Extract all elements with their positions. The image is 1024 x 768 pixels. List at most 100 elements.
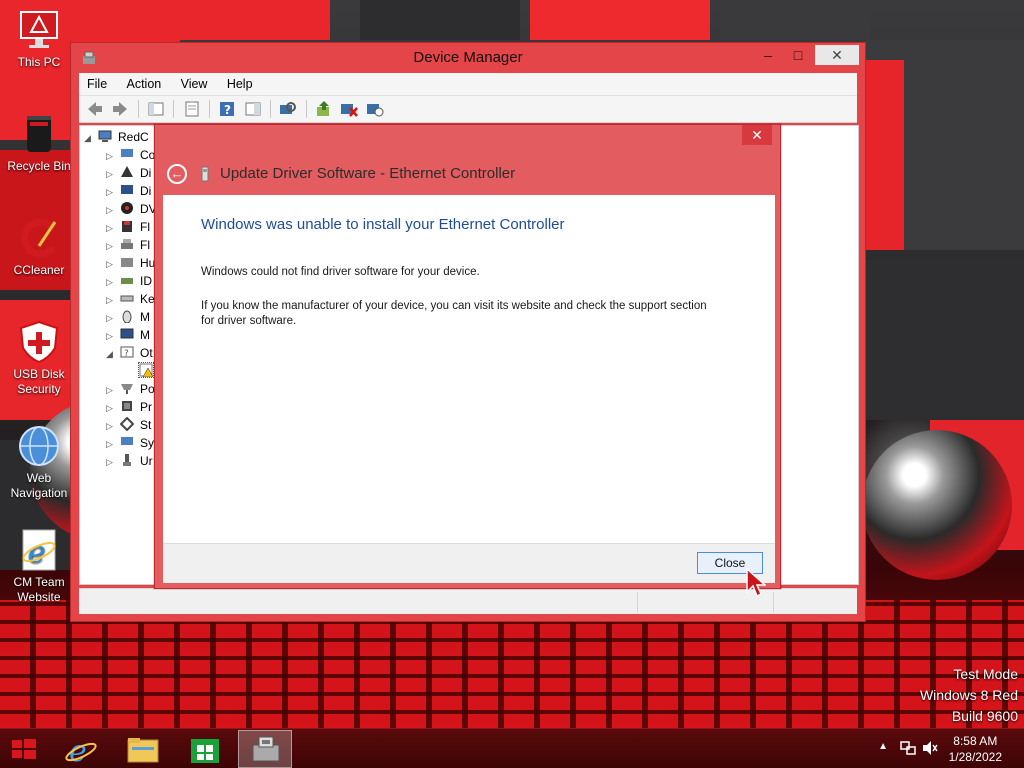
tree-item[interactable]: ▷ M bbox=[106, 326, 150, 344]
volume-muted-icon[interactable] bbox=[922, 739, 938, 760]
close-window-button[interactable]: ✕ bbox=[815, 45, 859, 65]
properties-icon[interactable] bbox=[182, 99, 202, 119]
clock[interactable]: 8:58 AM 1/28/2022 bbox=[949, 733, 1002, 765]
expand-arrow-icon[interactable]: ▷ bbox=[106, 183, 120, 201]
tree-item[interactable]: ▷ Ke bbox=[106, 290, 155, 308]
menu-action[interactable]: Action bbox=[119, 73, 170, 95]
toolbar-separator bbox=[137, 100, 139, 118]
ports-icon bbox=[120, 381, 134, 395]
tree-item[interactable]: ▷ Fl bbox=[106, 236, 150, 254]
taskbar: e ▲ 8:58 AM 1/28/2022 bbox=[0, 728, 1024, 768]
expand-arrow-icon[interactable]: ▷ bbox=[106, 255, 120, 273]
wallpaper-block bbox=[866, 60, 904, 250]
warning-device-icon bbox=[138, 362, 154, 378]
ide-controller-icon bbox=[120, 273, 134, 287]
title-bar[interactable]: Device Manager – □ ✕ bbox=[71, 43, 865, 73]
expand-arrow-icon[interactable]: ▷ bbox=[106, 417, 120, 435]
scan-hardware-icon[interactable] bbox=[278, 99, 298, 119]
expand-arrow-icon[interactable]: ▷ bbox=[106, 435, 120, 453]
expand-arrow-icon[interactable]: ▷ bbox=[106, 399, 120, 417]
menu-file[interactable]: File bbox=[79, 73, 115, 95]
update-driver-icon[interactable] bbox=[314, 99, 334, 119]
dialog-message: If you know the manufacturer of your dev… bbox=[201, 300, 707, 327]
network-icon[interactable] bbox=[900, 739, 916, 760]
tree-item[interactable]: ▷ DV bbox=[106, 200, 157, 218]
forward-arrow-icon[interactable] bbox=[110, 99, 130, 119]
console-tree-icon[interactable] bbox=[146, 99, 166, 119]
desktop-icon-cm-team-website[interactable]: e CM Team Website bbox=[0, 528, 78, 605]
display-adapter-icon bbox=[120, 183, 134, 197]
wallpaper-block bbox=[720, 0, 870, 40]
disable-device-icon[interactable] bbox=[365, 99, 385, 119]
action-pane-icon[interactable] bbox=[243, 99, 263, 119]
expand-arrow-icon[interactable]: ▷ bbox=[106, 381, 120, 399]
menu-help[interactable]: Help bbox=[219, 73, 261, 95]
dialog-footer: Close bbox=[163, 543, 775, 583]
internet-explorer-icon: e bbox=[17, 528, 61, 572]
expand-arrow-icon[interactable]: ▷ bbox=[106, 309, 120, 327]
help-icon[interactable]: ? bbox=[217, 99, 237, 119]
desktop-icon-label: Recycle Bin bbox=[7, 159, 71, 173]
ccleaner-icon bbox=[17, 216, 61, 260]
desktop-icon-this-pc[interactable]: This PC bbox=[0, 8, 78, 70]
tree-item-label: St bbox=[140, 418, 152, 432]
monitor-icon bbox=[17, 8, 61, 52]
expand-arrow-icon[interactable]: ▷ bbox=[106, 147, 120, 165]
start-button[interactable] bbox=[0, 730, 48, 768]
tree-item[interactable]: ▷ Di bbox=[106, 182, 151, 200]
clock-time: 8:58 AM bbox=[953, 734, 998, 748]
mouse-icon bbox=[120, 309, 134, 324]
expand-arrow-icon[interactable]: ▷ bbox=[106, 291, 120, 309]
tree-item[interactable]: ▷ St bbox=[106, 416, 151, 434]
tree-item[interactable]: ▷ Po bbox=[106, 380, 155, 398]
tree-item[interactable]: ▷ M bbox=[106, 308, 150, 326]
tree-root[interactable]: ◢ RedC bbox=[84, 128, 149, 146]
expand-arrow-icon[interactable]: ▷ bbox=[106, 327, 120, 345]
tree-item[interactable]: ▷ Hu bbox=[106, 254, 155, 272]
desktop-icon-label: CCleaner bbox=[13, 263, 65, 277]
menu-view[interactable]: View bbox=[173, 73, 216, 95]
expand-arrow-icon[interactable]: ▷ bbox=[106, 453, 120, 471]
tree-item[interactable]: ▷ Fl bbox=[106, 218, 150, 236]
expand-arrow-icon[interactable]: ▷ bbox=[106, 165, 120, 183]
expand-arrow-icon[interactable]: ▷ bbox=[106, 237, 120, 255]
tree-item[interactable]: ▷ ID bbox=[106, 272, 152, 290]
uninstall-icon[interactable] bbox=[339, 99, 359, 119]
show-hidden-icons-icon[interactable]: ▲ bbox=[878, 741, 888, 752]
tree-item-label: Po bbox=[140, 382, 155, 396]
tree-item[interactable]: ▷ Co bbox=[106, 146, 155, 164]
floppy-controller-icon bbox=[120, 237, 134, 251]
clock-date: 1/28/2022 bbox=[948, 750, 1002, 764]
desktop-icon-ccleaner[interactable]: CCleaner bbox=[0, 216, 78, 278]
menu-bar: File Action View Help bbox=[79, 73, 857, 95]
shield-icon bbox=[17, 320, 61, 364]
taskbar-internet-explorer[interactable]: e bbox=[54, 730, 108, 768]
tree-item-label: Di bbox=[140, 166, 152, 180]
back-arrow-icon[interactable] bbox=[85, 99, 105, 119]
tree-item[interactable]: ▷ Di bbox=[106, 164, 151, 182]
tree-root-label: RedC bbox=[118, 130, 149, 144]
tree-item[interactable]: ▷ Sy bbox=[106, 434, 154, 452]
keyboard-icon bbox=[120, 291, 134, 305]
maximize-button[interactable]: □ bbox=[783, 45, 813, 65]
taskbar-device-manager[interactable] bbox=[238, 730, 292, 768]
minimize-button[interactable]: – bbox=[753, 45, 783, 65]
collapse-arrow-icon[interactable]: ◢ bbox=[106, 345, 120, 363]
wallpaper-block bbox=[360, 0, 520, 40]
tree-item[interactable]: ▷ Ur bbox=[106, 452, 153, 470]
desktop-icon-web-navigation[interactable]: Web Navigation bbox=[0, 424, 78, 501]
collapse-arrow-icon[interactable]: ◢ bbox=[84, 129, 98, 147]
back-button[interactable]: ← bbox=[167, 164, 187, 184]
expand-arrow-icon[interactable]: ▷ bbox=[106, 219, 120, 237]
dialog-close-button[interactable]: ✕ bbox=[742, 125, 772, 145]
expand-arrow-icon[interactable]: ▷ bbox=[106, 273, 120, 291]
desktop-icon-usb-disk-security[interactable]: USB Disk Security bbox=[0, 320, 78, 397]
taskbar-store[interactable] bbox=[178, 730, 232, 768]
desktop-icon-recycle-bin[interactable]: Recycle Bin bbox=[0, 112, 78, 174]
taskbar-file-explorer[interactable] bbox=[116, 730, 170, 768]
expand-arrow-icon[interactable]: ▷ bbox=[106, 201, 120, 219]
tree-item-label: Ur bbox=[140, 454, 153, 468]
tree-item[interactable]: ◢? Ot bbox=[106, 344, 153, 362]
wallpaper-block bbox=[530, 0, 710, 40]
tree-item[interactable]: ▷ Pr bbox=[106, 398, 152, 416]
